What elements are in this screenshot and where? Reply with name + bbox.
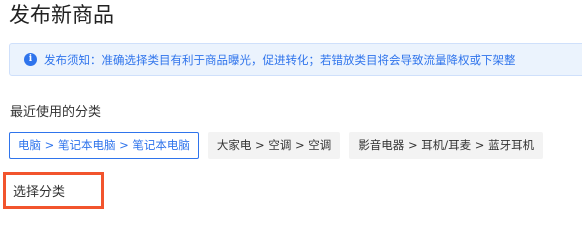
select-category-highlight: 选择分类 [3, 172, 104, 209]
publish-product-page: 发布新商品 i 发布须知：准确选择类目有利于商品曝光，促进转化；若错放类目将会导… [0, 0, 582, 211]
recent-category-chip[interactable]: 大家电 > 空调 > 空调 [207, 132, 341, 159]
recent-categories-list: 电脑 > 笔记本电脑 > 笔记本电脑 大家电 > 空调 > 空调 影音电器 > … [9, 132, 552, 159]
notice-text: 发布须知：准确选择类目有利于商品曝光，促进转化；若错放类目将会导致流量降权或下架… [44, 52, 516, 67]
recent-category-chip[interactable]: 电脑 > 笔记本电脑 > 笔记本电脑 [9, 132, 199, 159]
info-icon: i [24, 53, 37, 66]
recent-categories-label: 最近使用的分类 [10, 105, 102, 120]
page-title: 发布新商品 [9, 3, 114, 27]
recent-category-chip[interactable]: 影音电器 > 耳机/耳麦 > 蓝牙耳机 [349, 132, 544, 159]
notice-banner: i 发布须知：准确选择类目有利于商品曝光，促进转化；若错放类目将会导致流量降权或… [9, 43, 582, 76]
select-category-label: 选择分类 [13, 185, 66, 200]
